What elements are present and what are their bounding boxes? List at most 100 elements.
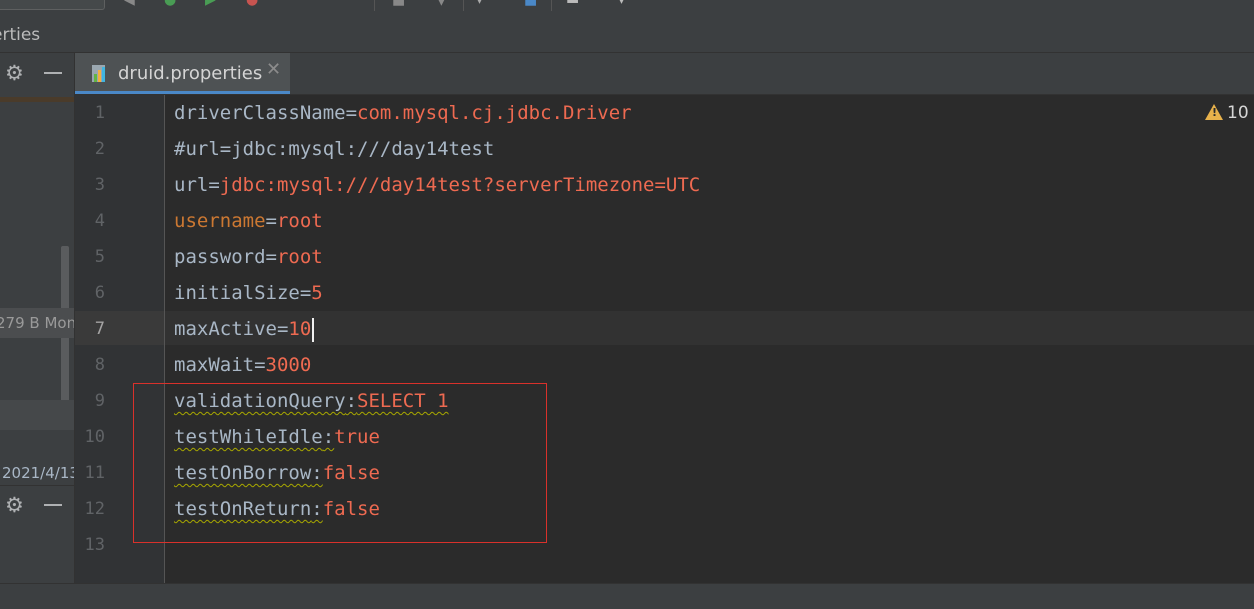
code-line[interactable]: 11 testOnBorrow:false (75, 455, 1254, 491)
code-line[interactable]: 3 url=jdbc:mysql:///day14test?serverTime… (75, 167, 1254, 203)
structure-icon[interactable]: ■ (524, 0, 537, 7)
separator: = (265, 246, 277, 268)
comment: #url=jdbc:mysql:///day14test (174, 138, 495, 160)
code-text: driverClassName=com.mysql.cj.jdbc.Driver (174, 95, 632, 131)
properties-file-icon (92, 65, 105, 82)
code-text: password=root (174, 239, 323, 275)
property-key: initialSize (174, 282, 300, 304)
project-tool-window: ⚙ 279 B Mon 2021/4/13 ⚙ (0, 53, 75, 583)
line-number: 3 (94, 175, 105, 195)
code-line[interactable]: 7 maxActive=10 (75, 311, 1254, 347)
property-key: driverClassName (174, 102, 346, 124)
property-value: com.mysql.cj.jdbc.Driver (357, 102, 632, 124)
property-key: password (174, 246, 266, 268)
inspection-widget[interactable]: 10 (1205, 102, 1249, 123)
debug-icon[interactable]: ● (246, 0, 258, 7)
selected-file-row[interactable]: 279 B Mon (0, 308, 74, 338)
code-line[interactable]: 12 testOnReturn:false (75, 491, 1254, 527)
property-value: SELECT 1 (357, 390, 449, 412)
more-icon[interactable]: ▾ (618, 0, 625, 7)
gear-icon[interactable]: ⚙ (5, 63, 24, 84)
gear-icon[interactable]: ⚙ (5, 495, 24, 516)
line-number: 10 (84, 427, 105, 447)
code-line[interactable]: 5 password=root (75, 239, 1254, 275)
property-value: 3000 (265, 354, 312, 376)
property-value: 5 (311, 282, 323, 304)
property-key: validationQuery (174, 390, 346, 412)
toolbar-separator (374, 0, 375, 11)
structure-panel-header: ⚙ (0, 486, 74, 526)
property-value: 10 (288, 318, 312, 340)
status-bar (0, 583, 1254, 609)
code-line[interactable]: 6 initialSize=5 (75, 275, 1254, 311)
project-panel-header: ⚙ (0, 53, 74, 93)
property-key: testOnReturn (174, 498, 312, 520)
close-icon[interactable]: ✕ (266, 59, 281, 80)
line-number: 11 (84, 463, 105, 483)
line-number: 2 (94, 139, 105, 159)
code-line[interactable]: 4 username=root (75, 203, 1254, 239)
toolbar-separator (463, 0, 464, 11)
stop-icon[interactable]: ■ (392, 0, 405, 7)
tab-label: druid.properties (118, 63, 263, 84)
line-number: 12 (84, 499, 105, 519)
line-number: 1 (94, 103, 105, 123)
line-number: 8 (94, 355, 105, 375)
code-line[interactable]: 1 driverClassName=com.mysql.cj.jdbc.Driv… (75, 95, 1254, 131)
line-number: 13 (84, 535, 105, 555)
run-icon[interactable]: ▶ (205, 0, 216, 7)
property-value: root (276, 210, 323, 232)
warning-count: 10 (1227, 103, 1249, 123)
code-text: #url=jdbc:mysql:///day14test (174, 131, 494, 167)
separator: = (254, 354, 266, 376)
file-date: 2021/4/13 (2, 464, 75, 482)
line-number: 7 (94, 319, 105, 339)
code-editor[interactable]: 1 driverClassName=com.mysql.cj.jdbc.Driv… (75, 95, 1254, 583)
separator: = (208, 174, 220, 196)
property-value: false (322, 462, 380, 484)
line-number: 6 (94, 283, 105, 303)
navigation-bar: erties (0, 17, 1254, 53)
separator: = (345, 102, 358, 124)
settings-icon[interactable]: ▬ (566, 0, 579, 7)
tab-druid-properties[interactable]: druid.properties ✕ (75, 53, 290, 94)
property-value: false (322, 498, 380, 520)
editor-tab-bar: druid.properties ✕ (75, 53, 1254, 95)
code-line[interactable]: 8 maxWait=3000 (75, 347, 1254, 383)
build-icon[interactable]: ● (164, 0, 176, 7)
text-caret (312, 317, 315, 342)
file-meta: 279 B Mon (0, 314, 75, 332)
code-line[interactable]: 2 #url=jdbc:mysql:///day14test (75, 131, 1254, 167)
code-line[interactable]: 13 (75, 527, 1254, 563)
breadcrumb[interactable]: erties (0, 25, 40, 45)
property-value: root (276, 246, 323, 268)
line-number: 5 (94, 247, 105, 267)
separator: : (311, 462, 323, 484)
code-text: username=root (174, 203, 323, 239)
code-line[interactable]: 9 validationQuery:SELECT 1 (75, 383, 1254, 419)
minimize-icon[interactable] (44, 72, 62, 74)
warning-icon (1205, 104, 1223, 120)
separator: : (345, 390, 358, 412)
code-text: testWhileIdle:true (174, 419, 380, 455)
property-value: jdbc:mysql:///day14test?serverTimezone=U… (219, 174, 701, 196)
tree-row[interactable] (0, 400, 74, 430)
line-number: 9 (94, 391, 105, 411)
separator: = (265, 210, 277, 232)
code-text: testOnReturn:false (174, 491, 380, 527)
code-text: validationQuery:SELECT 1 (174, 383, 449, 419)
separator: = (276, 318, 289, 340)
property-value: true (334, 426, 380, 448)
minimize-icon[interactable] (44, 504, 62, 506)
separator: : (311, 498, 323, 520)
run-configuration-combo[interactable] (0, 0, 105, 10)
property-key: maxWait (174, 354, 255, 376)
property-key: testWhileIdle (174, 426, 323, 448)
vcs-icon[interactable]: ▾ (476, 0, 483, 7)
code-text: url=jdbc:mysql:///day14test?serverTimezo… (174, 167, 700, 203)
main-toolbar: ◀ ● ▶ ● ■ ▼ ▾ ■ ▬ ▾ (0, 0, 1254, 18)
back-icon[interactable]: ◀ (124, 0, 135, 7)
property-key: maxActive (174, 318, 277, 340)
update-icon[interactable]: ▼ (436, 0, 447, 7)
code-line[interactable]: 10 testWhileIdle:true (75, 419, 1254, 455)
